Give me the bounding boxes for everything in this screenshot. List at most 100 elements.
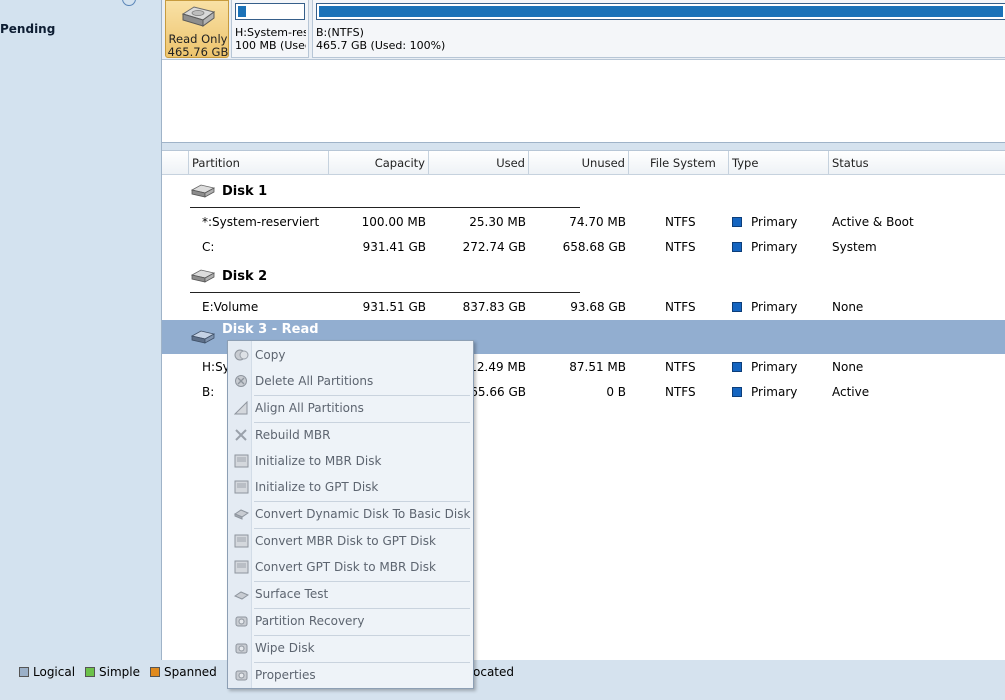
hard-disk-icon xyxy=(190,330,216,344)
column-header-blank xyxy=(162,151,189,175)
table-header: Partition Capacity Used Unused File Syst… xyxy=(162,151,1005,175)
cell-status: System xyxy=(832,240,877,254)
cell-partition: C: xyxy=(202,240,215,254)
cell-file-system: NTFS xyxy=(665,215,696,229)
cell-used: 837.83 GB xyxy=(462,300,526,314)
cell-unused: 0 B xyxy=(606,385,626,399)
delete-icon xyxy=(235,375,247,387)
disk-size-label: 465.76 GB xyxy=(167,45,229,59)
cell-status: None xyxy=(832,300,864,314)
legend-unallocated: ocated xyxy=(473,665,514,679)
disk-title: Disk 2 xyxy=(222,269,268,284)
disk-map: Read Only 465.76 GB H:System-rese 100 MB… xyxy=(162,0,1005,143)
primary-type-icon xyxy=(732,302,742,312)
cell-type: Primary xyxy=(732,239,797,255)
partition-usage-bar xyxy=(316,3,1005,20)
column-header-file-system[interactable]: File System xyxy=(629,151,729,175)
partition-size: 465.7 GB (Used: 100%) xyxy=(316,39,446,52)
menu-item-rebuild-mbr[interactable]: Rebuild MBR xyxy=(228,423,473,447)
menu-item-surface-test[interactable]: Surface Test xyxy=(228,582,473,606)
cell-partition: B: xyxy=(202,385,215,399)
legend-simple: Simple xyxy=(85,665,140,679)
cell-unused: 658.68 GB xyxy=(562,240,626,254)
partition-usage-bar xyxy=(235,3,305,20)
cell-status: Active xyxy=(832,385,870,399)
cell-unused: 93.68 GB xyxy=(570,300,626,314)
primary-type-icon xyxy=(732,242,742,252)
help-icon[interactable] xyxy=(122,0,136,6)
hard-disk-icon xyxy=(190,184,216,198)
hard-disk-icon xyxy=(181,6,216,27)
cell-file-system: NTFS xyxy=(665,300,696,314)
cell-unused: 87.51 MB xyxy=(569,360,626,374)
legend-swatch xyxy=(150,667,160,677)
disk-title: Disk 1 xyxy=(222,184,268,199)
disk-title: Disk 3 - Read xyxy=(222,322,319,337)
recovery-icon xyxy=(235,616,248,627)
cell-file-system: NTFS xyxy=(665,385,696,399)
menu-item-partition-recovery[interactable]: Partition Recovery xyxy=(228,609,473,633)
partition-block-b[interactable]: B:(NTFS) 465.7 GB (Used: 100%) xyxy=(312,0,1005,58)
cell-capacity: 931.41 GB xyxy=(362,240,426,254)
cell-used: 25.30 MB xyxy=(469,215,526,229)
menu-item-convert-gpt-to-mbr[interactable]: Convert GPT Disk to MBR Disk xyxy=(228,555,473,579)
primary-type-icon xyxy=(732,362,742,372)
column-header-used[interactable]: Used xyxy=(429,151,529,175)
legend-bar: Logical Simple Spanned ocated xyxy=(0,660,1005,700)
primary-type-icon xyxy=(732,217,742,227)
column-header-unused[interactable]: Unused xyxy=(529,151,629,175)
legend-logical: Logical xyxy=(19,665,75,679)
menu-item-properties[interactable]: Properties xyxy=(228,663,473,687)
surface-test-icon xyxy=(234,591,249,600)
wipe-icon xyxy=(235,643,248,654)
cell-partition: *:System-reserviert xyxy=(202,215,320,229)
column-header-capacity[interactable]: Capacity xyxy=(329,151,429,175)
cell-partition: H:Sy xyxy=(202,360,230,374)
pending-label: Pending xyxy=(0,22,56,36)
menu-item-copy[interactable]: Copy xyxy=(228,343,473,367)
cell-capacity: 931.51 GB xyxy=(362,300,426,314)
disk-divider xyxy=(190,292,580,293)
menu-item-convert-mbr-to-gpt[interactable]: Convert MBR Disk to GPT Disk xyxy=(228,529,473,553)
cell-type: Primary xyxy=(732,299,797,315)
cell-file-system: NTFS xyxy=(665,240,696,254)
menu-item-align-all-partitions[interactable]: Align All Partitions xyxy=(228,396,473,420)
cell-capacity: 100.00 MB xyxy=(361,215,426,229)
primary-type-icon xyxy=(732,387,742,397)
properties-icon xyxy=(235,670,248,681)
partition-name: H:System-rese xyxy=(235,26,306,39)
cell-type: Primary xyxy=(732,214,797,230)
column-header-partition[interactable]: Partition xyxy=(189,151,329,175)
rebuild-tools-icon xyxy=(235,429,247,441)
disk-card[interactable]: Read Only 465.76 GB xyxy=(165,0,229,59)
hard-disk-icon xyxy=(190,269,216,283)
cell-used: 272.74 GB xyxy=(462,240,526,254)
cell-unused: 74.70 MB xyxy=(569,215,626,229)
cell-partition: E:Volume xyxy=(202,300,259,314)
copy-icon xyxy=(234,349,249,361)
cell-type: Primary xyxy=(732,384,797,400)
mbr-disk-icon xyxy=(234,454,249,468)
legend-swatch xyxy=(19,667,29,677)
convert-dynamic-icon xyxy=(234,509,249,520)
convert-mbr-gpt-icon xyxy=(234,534,249,548)
menu-item-wipe-disk[interactable]: Wipe Disk xyxy=(228,636,473,660)
align-icon xyxy=(234,401,248,415)
cell-file-system: NTFS xyxy=(665,360,696,374)
cell-status: Active & Boot xyxy=(832,215,914,229)
column-header-status[interactable]: Status xyxy=(829,151,1005,175)
menu-item-initialize-mbr[interactable]: Initialize to MBR Disk xyxy=(228,449,473,473)
partition-size: 100 MB (Used: xyxy=(235,39,306,52)
menu-item-delete-all-partitions[interactable]: Delete All Partitions xyxy=(228,369,473,393)
column-header-type[interactable]: Type xyxy=(729,151,829,175)
context-menu: Copy Delete All Partitions Align All Par… xyxy=(227,340,474,689)
menu-item-convert-dynamic-to-basic[interactable]: Convert Dynamic Disk To Basic Disk xyxy=(228,502,473,526)
convert-gpt-mbr-icon xyxy=(234,560,249,574)
partition-block-h[interactable]: H:System-rese 100 MB (Used: xyxy=(231,0,309,58)
disk-divider xyxy=(190,207,580,208)
menu-item-initialize-gpt[interactable]: Initialize to GPT Disk xyxy=(228,475,473,499)
legend-spanned: Spanned xyxy=(150,665,217,679)
disk-strip: Read Only 465.76 GB H:System-rese 100 MB… xyxy=(162,0,1005,60)
partition-name: B:(NTFS) xyxy=(316,26,364,39)
gpt-disk-icon xyxy=(234,480,249,494)
